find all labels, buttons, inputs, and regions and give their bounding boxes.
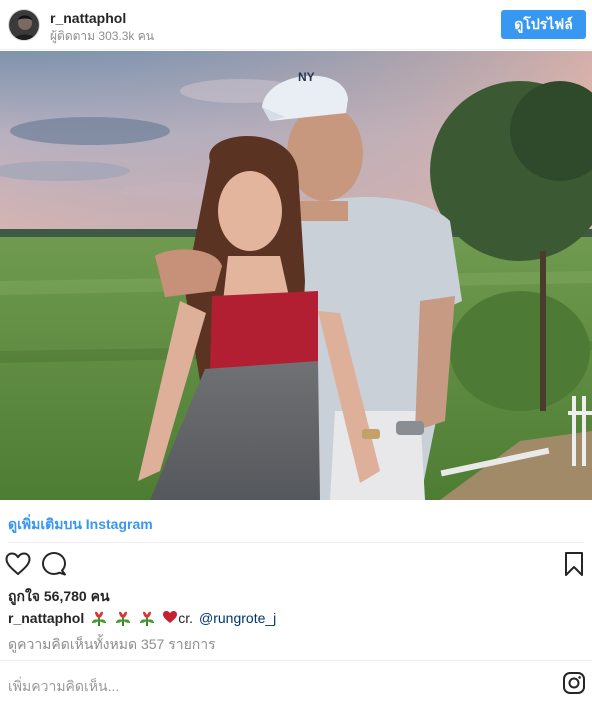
post-photo[interactable]: NY (0, 51, 592, 500)
username-link[interactable]: r_nattaphol (50, 10, 126, 26)
flower-emoji-icon (90, 610, 108, 626)
view-all-comments-link[interactable]: ดูความคิดเห็นทั้งหมด 357 รายการ (8, 634, 216, 656)
view-profile-button[interactable]: ดูโปรไฟล์ (501, 10, 586, 39)
post-header: r_nattaphol ผู้ติดตาม 303.3k คน ดูโปรไฟล… (0, 0, 592, 50)
flower-emoji-icon (138, 610, 156, 626)
caption-username[interactable]: r_nattaphol (8, 610, 84, 626)
follower-count: ผู้ติดตาม 303.3k คน (50, 29, 154, 43)
heart-emoji-icon (162, 610, 178, 626)
bookmark-icon[interactable] (562, 551, 586, 577)
caption-mention-link[interactable]: @rungrote_j (199, 610, 276, 626)
divider (0, 660, 592, 661)
svg-text:NY: NY (298, 70, 315, 84)
divider (8, 542, 584, 543)
comment-bubble-icon[interactable] (40, 551, 68, 577)
post-caption: r_nattaphol cr. @rungrote_j (8, 610, 276, 626)
add-comment-input[interactable]: เพิ่มความคิดเห็น... (8, 676, 119, 698)
view-more-on-instagram-link[interactable]: ดูเพิ่มเติมบน Instagram (8, 514, 153, 536)
heart-icon[interactable] (4, 551, 32, 577)
like-count[interactable]: ถูกใจ 56,780 คน (8, 586, 110, 608)
instagram-icon[interactable] (562, 671, 586, 695)
flower-emoji-icon (114, 610, 132, 626)
avatar[interactable] (8, 9, 40, 41)
caption-cr-label: cr. (178, 610, 194, 626)
